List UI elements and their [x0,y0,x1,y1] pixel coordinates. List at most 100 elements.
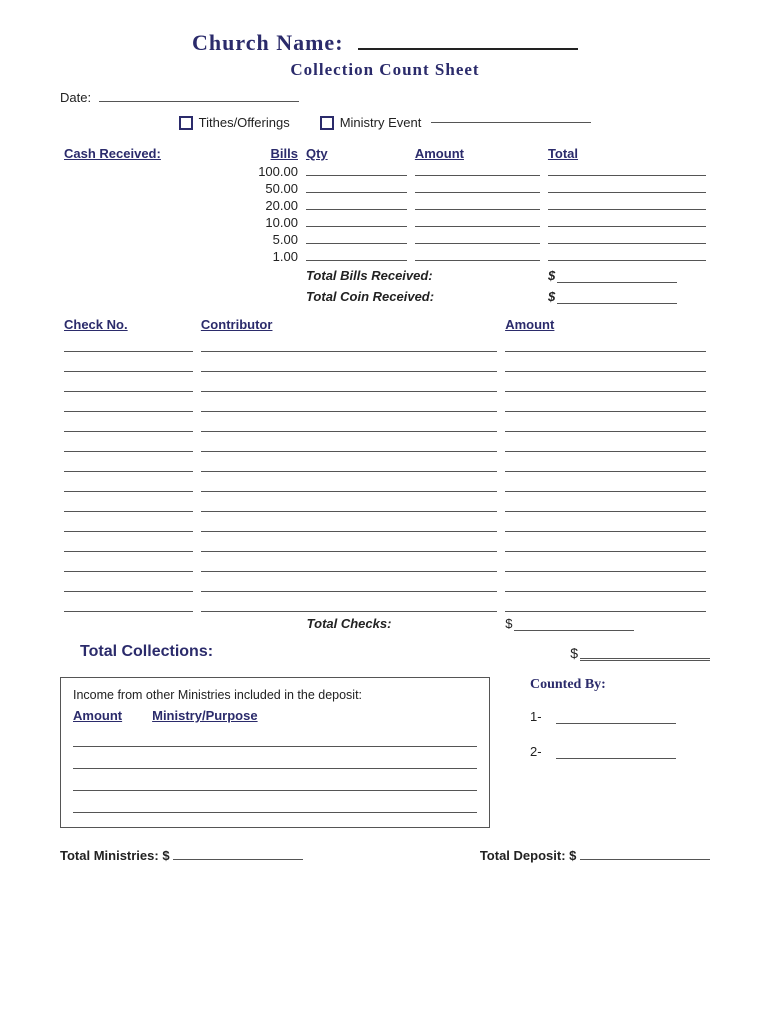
qty-field[interactable] [306,192,407,193]
ministry-row[interactable] [73,773,477,791]
check-row [60,434,710,454]
total-coin-field[interactable]: $ [548,289,677,304]
ministry-event-field[interactable] [431,122,591,123]
date-field[interactable] [99,101,299,102]
checkno-field[interactable] [64,396,193,412]
total-ministries-footer-field[interactable] [173,859,303,860]
check-amount-field[interactable] [505,496,706,512]
check-amount-field[interactable] [505,456,706,472]
checkno-field[interactable] [64,496,193,512]
cash-row: 1.00 [60,248,710,265]
check-amount-field[interactable] [505,476,706,492]
check-amount-field[interactable] [505,576,706,592]
counted-by-title: Counted By: [530,677,710,693]
contributor-field[interactable] [201,336,497,352]
bill-value: 1.00 [217,248,302,265]
checks-received-section: Check No. Contributor Amount [60,315,710,633]
qty-field[interactable] [306,175,407,176]
church-name-field[interactable] [358,48,578,50]
contributor-field[interactable] [201,356,497,372]
check-amount-field[interactable] [505,596,706,612]
total-bills-field[interactable]: $ [548,268,677,283]
total-field[interactable] [548,243,706,244]
tithes-checkbox-item[interactable]: Tithes/Offerings [179,115,290,130]
check-row [60,554,710,574]
ministry-row[interactable] [73,751,477,769]
contributor-field[interactable] [201,496,497,512]
counted-by-2-field[interactable] [556,758,676,759]
check-amount-field[interactable] [505,516,706,532]
contributor-field[interactable] [201,576,497,592]
tithes-label: Tithes/Offerings [199,115,290,130]
tithes-checkbox[interactable] [179,116,193,130]
total-field[interactable] [548,260,706,261]
contributor-field[interactable] [201,516,497,532]
checkno-field[interactable] [64,476,193,492]
total-checks-field[interactable]: $ [505,616,634,631]
counted-by-1-field[interactable] [556,723,676,724]
total-collections-section: Total Collections: $ [60,643,710,661]
total-field[interactable] [548,192,706,193]
ministries-box: Income from other Ministries included in… [60,677,490,828]
checkno-field[interactable] [64,536,193,552]
ministry-row[interactable] [73,795,477,813]
contributor-field[interactable] [201,436,497,452]
bill-value: 20.00 [217,197,302,214]
total-field[interactable] [548,226,706,227]
check-row [60,494,710,514]
ministry-checkbox-item[interactable]: Ministry Event [320,115,592,130]
total-field[interactable] [548,209,706,210]
contributor-field[interactable] [201,376,497,392]
qty-field[interactable] [306,243,407,244]
check-row [60,474,710,494]
total-col-header: Total [548,146,578,161]
contributor-field[interactable] [201,456,497,472]
contributor-field[interactable] [201,476,497,492]
check-row [60,594,710,614]
qty-field[interactable] [306,209,407,210]
checkno-field[interactable] [64,376,193,392]
cash-row: 100.00 [60,163,710,180]
contributor-field[interactable] [201,396,497,412]
counted-by-field-2: 2- [530,744,710,759]
contributor-field[interactable] [201,536,497,552]
checkno-field[interactable] [64,556,193,572]
checkno-field[interactable] [64,416,193,432]
checkno-field[interactable] [64,596,193,612]
checkno-field[interactable] [64,576,193,592]
amount-field[interactable] [415,243,540,244]
total-field[interactable] [548,175,706,176]
total-deposit-footer: Total Deposit: $ [480,848,710,863]
checkno-field[interactable] [64,356,193,372]
amount-field[interactable] [415,175,540,176]
checkno-field[interactable] [64,456,193,472]
amount-field[interactable] [415,260,540,261]
contributor-field[interactable] [201,416,497,432]
check-amount-field[interactable] [505,336,706,352]
check-amount-field[interactable] [505,396,706,412]
check-amount-field[interactable] [505,536,706,552]
check-amount-field[interactable] [505,416,706,432]
amount-field[interactable] [415,192,540,193]
ministry-checkbox[interactable] [320,116,334,130]
check-row [60,534,710,554]
checkno-field[interactable] [64,436,193,452]
amount-field[interactable] [415,209,540,210]
counted-by-field-1: 1- [530,709,710,724]
total-ministries-footer-label: Total Ministries: [60,848,159,863]
total-deposit-footer-field[interactable] [580,859,710,860]
check-amount-field[interactable] [505,376,706,392]
amount-field[interactable] [415,226,540,227]
checkno-field[interactable] [64,516,193,532]
contributor-field[interactable] [201,596,497,612]
church-name-label: Church Name: [192,30,344,55]
ministry-row[interactable] [73,729,477,747]
checkno-field[interactable] [64,336,193,352]
total-collections-field[interactable]: $ [570,645,710,661]
check-amount-field[interactable] [505,436,706,452]
check-amount-field[interactable] [505,556,706,572]
qty-field[interactable] [306,260,407,261]
check-amount-field[interactable] [505,356,706,372]
qty-field[interactable] [306,226,407,227]
contributor-field[interactable] [201,556,497,572]
